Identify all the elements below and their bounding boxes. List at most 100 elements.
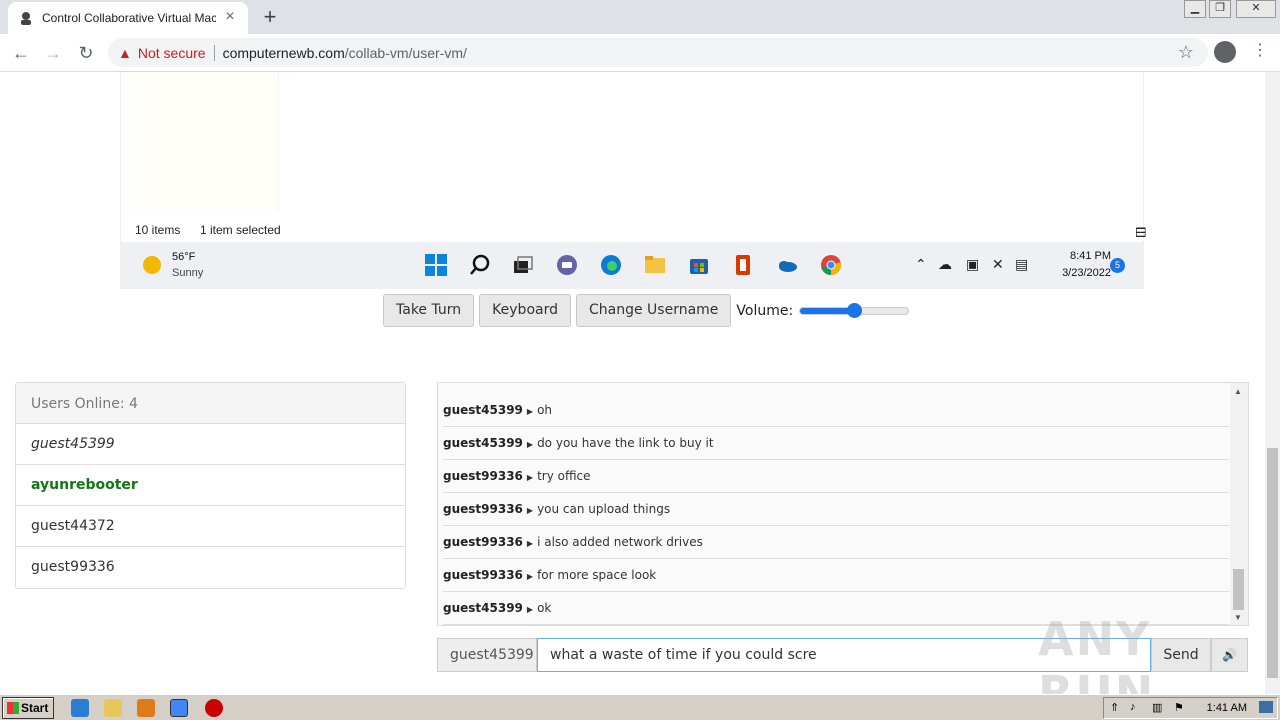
volume-fill xyxy=(800,307,855,314)
edge-icon[interactable] xyxy=(599,253,623,277)
page-scroll-thumb[interactable] xyxy=(1267,448,1278,678)
users-online-header: Users Online: 4 xyxy=(16,383,405,424)
explorer-sidebar xyxy=(129,72,279,212)
not-secure-label[interactable]: Not secure xyxy=(138,45,206,61)
ie-icon[interactable] xyxy=(71,699,89,717)
tray-arrow-icon[interactable]: ⇑ xyxy=(1110,701,1119,714)
chat-message-user: guest45399 xyxy=(443,601,523,615)
chat-icon[interactable] xyxy=(555,253,579,277)
chat-scrollbar[interactable]: ▲ ▼ xyxy=(1230,383,1248,625)
message-arrow-icon: ▶ xyxy=(526,473,534,482)
network-icon[interactable]: ▣ xyxy=(966,256,979,273)
file-explorer-icon[interactable] xyxy=(643,253,667,277)
take-turn-button[interactable]: Take Turn xyxy=(383,294,475,327)
chat-message-text: do you have the link to buy it xyxy=(537,436,714,450)
chat-log[interactable]: guest45399 ▶ oh guest45399 ▶ do you have the … xyxy=(437,382,1249,626)
chat-message-user: guest99336 xyxy=(443,502,523,516)
task-view-icon[interactable] xyxy=(511,253,535,277)
browser-menu-icon[interactable]: ⋮ xyxy=(1252,40,1268,64)
chat-message: guest45399 ▶ do you have the link to buy i… xyxy=(443,427,1229,460)
url-text[interactable]: computernewb.com/collab-vm/user-vm/ xyxy=(223,45,467,61)
notification-badge[interactable]: 5 xyxy=(1110,258,1125,273)
weather-desc[interactable]: Sunny xyxy=(172,267,203,279)
search-icon[interactable] xyxy=(468,253,492,277)
volume-muted-icon[interactable]: ✕ xyxy=(992,256,1004,273)
office-icon[interactable] xyxy=(731,253,755,277)
tab-title: Control Collaborative Virtual Machine xyxy=(42,11,216,25)
folder-icon[interactable] xyxy=(104,699,122,717)
chrome-taskbar-icon[interactable] xyxy=(170,699,188,717)
chat-message-user: guest99336 xyxy=(443,535,523,549)
chrome-icon[interactable] xyxy=(819,253,843,277)
back-button[interactable]: ← xyxy=(10,42,32,64)
bookmark-star-icon[interactable]: ☆ xyxy=(1178,42,1194,63)
message-arrow-icon: ▶ xyxy=(526,440,534,449)
os-clock[interactable]: 1:41 AM xyxy=(1207,702,1247,714)
tiles-view-icon[interactable]: ☐ xyxy=(1135,225,1147,241)
forward-button[interactable]: → xyxy=(42,42,64,64)
chat-message-text: try office xyxy=(537,469,591,483)
chat-message-text: ok xyxy=(537,601,552,615)
message-arrow-icon: ▶ xyxy=(526,506,534,515)
windows-start-icon[interactable] xyxy=(424,253,448,277)
url-path: /collab-vm/user-vm/ xyxy=(344,44,467,61)
address-bar[interactable]: ▲ Not secure computernewb.com/collab-vm/… xyxy=(108,38,1208,67)
page-scrollbar[interactable] xyxy=(1265,72,1280,694)
weather-temp[interactable]: 56°F xyxy=(172,251,195,263)
volume-thumb[interactable] xyxy=(847,302,863,318)
reload-button[interactable]: ↻ xyxy=(75,42,97,64)
onedrive-icon[interactable] xyxy=(775,253,799,277)
chat-message: guest99336 ▶ you can upload things xyxy=(443,493,1229,526)
vm-taskbar: 56°F Sunny ⌃ ☁ ▣ ✕ ▤ 8:41 PM 3/23/2022 5 xyxy=(121,242,1143,289)
vm-display[interactable]: 10 items 1 item selected ☰ ☐ 56°F Sunny … xyxy=(120,72,1147,289)
chat-message-user: guest99336 xyxy=(443,568,523,582)
keyboard-button[interactable]: Keyboard xyxy=(479,294,571,327)
user-item[interactable]: guest99336 xyxy=(16,547,405,588)
store-icon[interactable] xyxy=(687,253,711,277)
message-arrow-icon: ▶ xyxy=(526,572,534,581)
user-item[interactable]: guest44372 xyxy=(16,506,405,547)
message-arrow-icon: ▶ xyxy=(526,605,534,614)
scroll-up-icon[interactable]: ▲ xyxy=(1234,387,1242,396)
close-tab-icon[interactable]: × xyxy=(222,9,238,26)
explorer-statusbar: 10 items 1 item selected ☰ ☐ xyxy=(121,218,1147,242)
new-tab-button[interactable]: + xyxy=(258,6,282,30)
status-items: 10 items xyxy=(135,223,181,237)
message-arrow-icon: ▶ xyxy=(526,407,534,416)
browser-toolbar: ← → ↻ ▲ Not secure computernewb.com/coll… xyxy=(0,34,1280,72)
users-panel: Users Online: 4 guest45399 ayunrebooter … xyxy=(15,382,406,589)
profile-avatar-icon[interactable] xyxy=(1214,41,1236,63)
minimize-button[interactable]: ▁ xyxy=(1184,0,1206,18)
chat-message-user: guest45399 xyxy=(443,436,523,450)
chat-message-text: you can upload things xyxy=(537,502,671,516)
desktop-icon[interactable] xyxy=(1259,701,1273,713)
tray-chevron-icon[interactable]: ⌃ xyxy=(915,256,927,273)
stop-icon[interactable] xyxy=(205,699,223,717)
start-button[interactable]: Start xyxy=(2,697,54,719)
divider xyxy=(213,44,215,61)
chat-message-text: for more space look xyxy=(537,568,657,582)
vm-clock-date[interactable]: 3/23/2022 xyxy=(1041,267,1111,279)
chat-scroll-thumb[interactable] xyxy=(1233,569,1244,610)
media-player-icon[interactable] xyxy=(137,699,155,717)
vm-clock-time[interactable]: 8:41 PM xyxy=(1061,250,1111,262)
weather-sun-icon[interactable] xyxy=(143,256,161,274)
chat-username: guest45399 xyxy=(437,638,537,672)
battery-icon[interactable]: ▤ xyxy=(1015,256,1028,273)
user-item[interactable]: ayunrebooter xyxy=(16,465,405,506)
system-tray: ⇑ ♪ ▥ ⚑ 1:41 AM xyxy=(1103,697,1278,719)
volume-slider[interactable] xyxy=(799,302,910,318)
user-item[interactable]: guest45399 xyxy=(16,424,405,465)
flag-tray-icon[interactable]: ⚑ xyxy=(1174,701,1184,714)
warning-icon[interactable]: ▲ xyxy=(118,45,132,61)
chat-message: guest99336 ▶ for more space look xyxy=(443,559,1229,592)
change-username-button[interactable]: Change Username xyxy=(575,294,732,327)
cloud-icon[interactable]: ☁ xyxy=(938,256,952,273)
restore-button[interactable]: ❐ xyxy=(1209,0,1231,18)
chat-message-text: oh xyxy=(537,403,553,417)
close-window-button[interactable]: ✕ xyxy=(1236,0,1276,18)
network-tray-icon[interactable]: ▥ xyxy=(1152,701,1162,714)
speaker-icon[interactable]: ♪ xyxy=(1130,701,1136,713)
browser-tab[interactable]: Control Collaborative Virtual Machine × xyxy=(8,2,248,34)
status-selected: 1 item selected xyxy=(200,223,281,237)
